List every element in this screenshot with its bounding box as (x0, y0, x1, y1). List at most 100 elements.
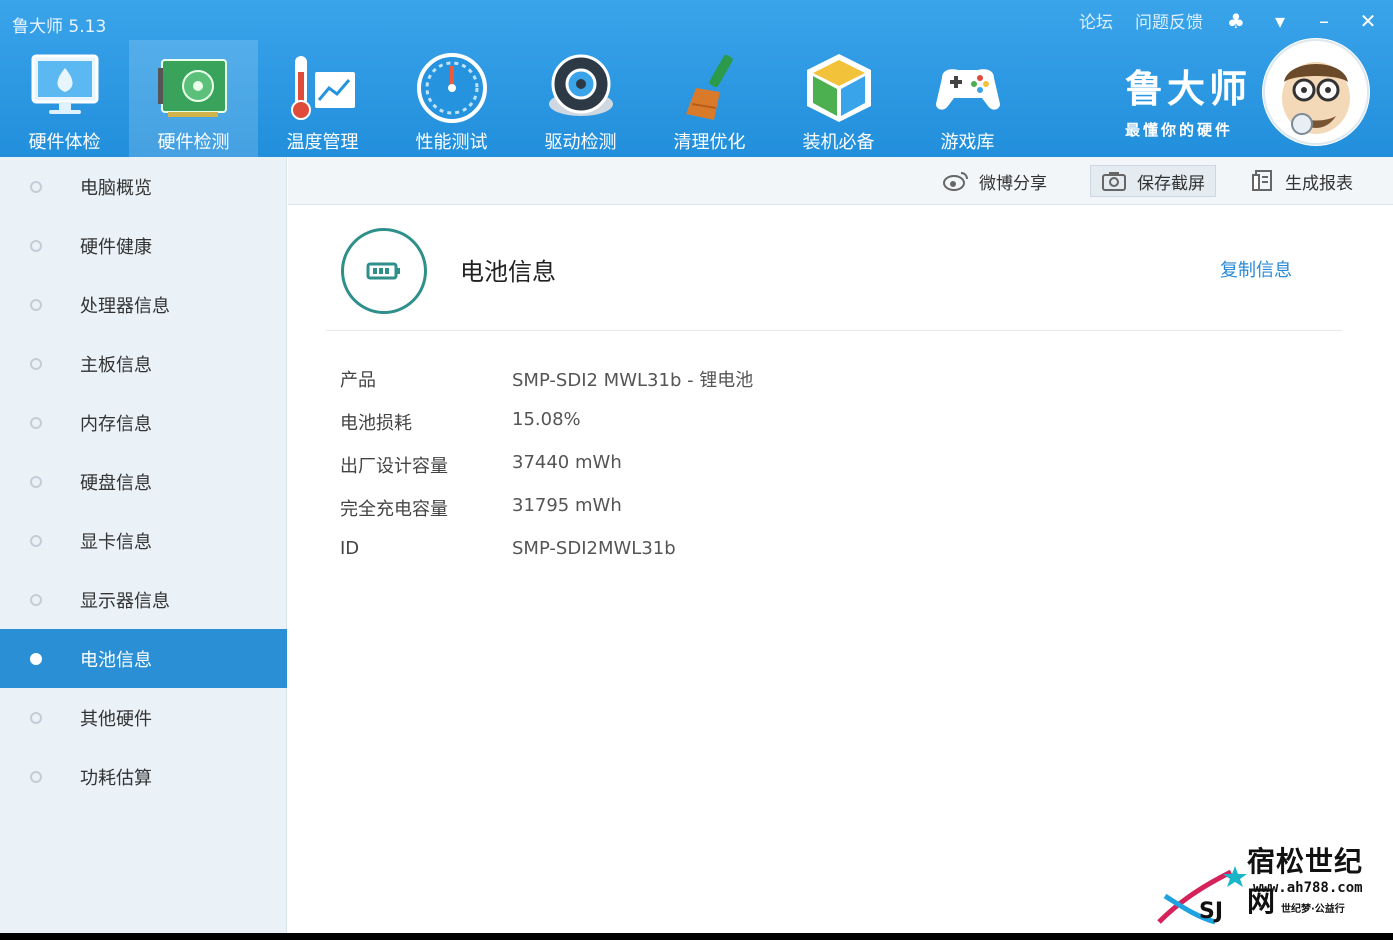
forum-link[interactable]: 论坛 (1079, 8, 1113, 33)
top-links: 论坛 问题反馈 ♣ ▾ – ✕ (1079, 8, 1379, 34)
toolbar: 微博分享 保存截屏 生成报表 (288, 157, 1393, 205)
close-button[interactable]: ✕ (1357, 9, 1379, 33)
watermark-logo: SJ (1157, 866, 1247, 925)
site-watermark: SJ 宿松世纪网 www.ah788.com 世纪梦·公益行 (1143, 832, 1391, 933)
weibo-share-button[interactable]: 微博分享 (933, 165, 1057, 197)
sidebar-item-label: 功耗估算 (80, 768, 152, 789)
bullet-icon (30, 712, 42, 724)
bullet-icon (30, 181, 42, 193)
watermark-logo-text: SJ (1199, 899, 1223, 924)
info-key: 产品 (340, 370, 376, 391)
sidebar-item-cpu[interactable]: 处理器信息 (0, 275, 287, 334)
nav-temperature[interactable]: 温度管理 (258, 40, 387, 157)
sidebar-item-label: 内存信息 (80, 414, 152, 435)
bullet-icon (30, 476, 42, 488)
info-value: SMP-SDI2 MWL31b - 锂电池 (512, 370, 754, 391)
nav-label: 硬件体检 (28, 132, 101, 153)
bullet-icon (30, 358, 42, 370)
brand-slogan: 最懂你的硬件 (1125, 121, 1234, 139)
nav-label: 清理优化 (673, 132, 746, 153)
info-key: 出厂设计容量 (340, 456, 448, 477)
sidebar-item-display[interactable]: 显示器信息 (0, 570, 287, 629)
bullet-icon (30, 594, 42, 606)
feedback-link[interactable]: 问题反馈 (1135, 8, 1203, 33)
weibo-share-label: 微博分享 (979, 173, 1047, 194)
nav-games[interactable]: 游戏库 (903, 40, 1032, 157)
sidebar-item-label: 硬件健康 (80, 237, 152, 258)
watermark-slogan: 世纪梦·公益行 (1281, 904, 1345, 915)
sidebar-item-label: 主板信息 (80, 355, 152, 376)
sidebar-item-memory[interactable]: 内存信息 (0, 393, 287, 452)
sidebar-item-motherboard[interactable]: 主板信息 (0, 334, 287, 393)
info-value: 15.08% (512, 409, 581, 430)
section-title: 电池信息 (460, 258, 556, 286)
save-screenshot-label: 保存截屏 (1137, 173, 1205, 194)
sidebar-item-battery[interactable]: 电池信息 (0, 629, 287, 688)
sidebar-item-label: 显卡信息 (80, 532, 152, 553)
brand: 鲁大师 最懂你的硬件 (1125, 58, 1251, 140)
broom-icon (685, 54, 733, 120)
battery-info-panel: 电池信息 复制信息 产品 SMP-SDI2 MWL31b - 锂电池 电池损耗 … (288, 206, 1393, 933)
nav-label: 驱动检测 (544, 132, 617, 153)
nav-label: 温度管理 (286, 132, 359, 153)
nav-hardware-checkup[interactable]: 硬件体检 (0, 40, 129, 157)
app-title: 鲁大师 5.13 (12, 17, 107, 37)
sidebar-item-label: 电池信息 (80, 650, 152, 671)
info-key: ID (340, 538, 360, 559)
sidebar-item-disk[interactable]: 硬盘信息 (0, 452, 287, 511)
app-window: 鲁大师 5.13 论坛 问题反馈 ♣ ▾ – ✕ 硬件体检 硬件检测 温度管理 … (0, 0, 1393, 933)
nav-essentials[interactable]: 装机必备 (774, 40, 903, 157)
nav-driver[interactable]: 驱动检测 (516, 40, 645, 157)
sidebar-item-label: 其他硬件 (80, 709, 152, 730)
sidebar-item-label: 硬盘信息 (80, 473, 152, 494)
main-nav: 硬件体检 硬件检测 温度管理 性能测试 驱动检测 清理优化 装机必备 游戏库 (0, 40, 1032, 157)
info-value: SMP-SDI2MWL31b (512, 538, 676, 559)
sidebar-item-health[interactable]: 硬件健康 (0, 216, 287, 275)
nav-performance[interactable]: 性能测试 (387, 40, 516, 157)
watermark-url: www.ah788.com (1253, 880, 1363, 896)
sidebar-item-label: 电脑概览 (80, 178, 152, 199)
monitor-icon (31, 54, 98, 114)
gamepad-icon (935, 69, 1000, 110)
info-key: 电池损耗 (340, 413, 412, 434)
nav-label: 装机必备 (802, 132, 875, 153)
sidebar: 电脑概览 硬件健康 处理器信息 主板信息 内存信息 硬盘信息 显卡信息 显示器信… (0, 157, 287, 933)
brand-name: 鲁大师 (1125, 67, 1252, 111)
skin-icon[interactable]: ♣ (1225, 9, 1247, 33)
sidebar-item-overview[interactable]: 电脑概览 (0, 157, 287, 216)
bullet-icon (30, 240, 42, 252)
camera-icon (1102, 172, 1126, 191)
sidebar-item-gpu[interactable]: 显卡信息 (0, 511, 287, 570)
nav-label: 游戏库 (940, 132, 995, 153)
nav-label: 硬件检测 (157, 132, 230, 153)
chip-icon (157, 59, 227, 117)
menu-icon[interactable]: ▾ (1269, 9, 1291, 33)
bullet-icon (30, 653, 42, 665)
gear-icon (548, 54, 613, 116)
battery-icon (366, 262, 400, 280)
mascot-icon (1263, 39, 1369, 145)
copy-info-link[interactable]: 复制信息 (1220, 256, 1292, 282)
info-value: 31795 mWh (512, 495, 622, 516)
bullet-icon (30, 771, 42, 783)
bullet-icon (30, 417, 42, 429)
mascot-avatar[interactable] (1262, 38, 1370, 146)
sidebar-item-other-hardware[interactable]: 其他硬件 (0, 688, 287, 747)
info-key: 完全充电容量 (340, 499, 448, 520)
top-bar: 鲁大师 5.13 论坛 问题反馈 ♣ ▾ – ✕ 硬件体检 硬件检测 温度管理 … (0, 0, 1393, 157)
nav-cleanup[interactable]: 清理优化 (645, 40, 774, 157)
sidebar-item-label: 处理器信息 (80, 296, 170, 317)
bullet-icon (30, 535, 42, 547)
nav-label: 性能测试 (415, 132, 488, 153)
gauge-icon (416, 53, 487, 123)
minimize-button[interactable]: – (1313, 9, 1335, 33)
bullet-icon (30, 299, 42, 311)
generate-report-button[interactable]: 生成报表 (1241, 165, 1363, 197)
nav-hardware-detect[interactable]: 硬件检测 (129, 40, 258, 157)
sidebar-item-label: 显示器信息 (80, 591, 170, 612)
sidebar-item-power-estimate[interactable]: 功耗估算 (0, 747, 287, 806)
save-screenshot-button[interactable]: 保存截屏 (1090, 165, 1216, 197)
divider (326, 330, 1342, 331)
generate-report-label: 生成报表 (1285, 173, 1353, 194)
info-value: 37440 mWh (512, 452, 622, 473)
